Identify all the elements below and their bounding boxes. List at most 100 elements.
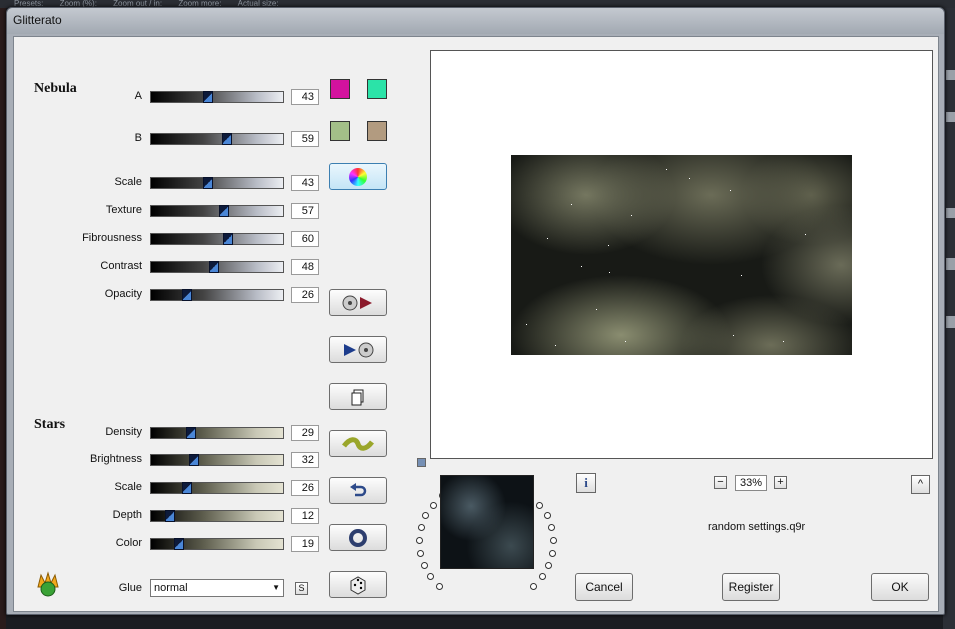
nebula-opacity-slider[interactable]: [150, 289, 284, 301]
stars-density-slider-thumb[interactable]: [186, 427, 196, 439]
stars-density-value-field[interactable]: 29: [291, 425, 319, 441]
stars-depth-slider[interactable]: [150, 510, 284, 522]
nebula-texture-slider[interactable]: [150, 205, 284, 217]
star-point: [596, 309, 597, 310]
nebula-contrast-slider-thumb[interactable]: [209, 261, 219, 273]
star-point: [609, 272, 610, 273]
thumbnail-navigator[interactable]: [440, 475, 534, 569]
navigator-ring-dot[interactable]: [418, 524, 425, 531]
nebula-opacity-value-field[interactable]: 26: [291, 287, 319, 303]
stars-brightness-slider-thumb[interactable]: [189, 454, 199, 466]
title-bar[interactable]: Glitterato: [7, 8, 944, 34]
nebula-fibrousness-slider-thumb[interactable]: [223, 233, 233, 245]
color-wheel-button[interactable]: [329, 163, 387, 190]
zoom-out-button[interactable]: −: [714, 476, 727, 489]
navigator-ring-dot[interactable]: [427, 573, 434, 580]
nebula-texture-label: Texture: [105, 204, 142, 216]
stars-color-value-field[interactable]: 19: [291, 536, 319, 552]
register-button[interactable]: Register: [722, 573, 780, 601]
navigator-ring-dot[interactable]: [545, 562, 552, 569]
reset-button[interactable]: [329, 524, 387, 551]
navigator-ring-dot[interactable]: [549, 550, 556, 557]
save-preset-button[interactable]: [329, 289, 387, 316]
nebula-scale-slider-thumb[interactable]: [203, 177, 213, 189]
randomize-wave-button[interactable]: [329, 430, 387, 457]
nebula-b-slider[interactable]: [150, 133, 284, 145]
chevron-down-icon: ▼: [272, 583, 280, 592]
navigator-ring-dot[interactable]: [539, 573, 546, 580]
stars-color-slider-thumb[interactable]: [174, 538, 184, 550]
undo-button[interactable]: [329, 477, 387, 504]
host-panel-tick: [946, 258, 955, 270]
stars-brightness-slider[interactable]: [150, 454, 284, 466]
stars-scale-slider-thumb[interactable]: [182, 482, 192, 494]
nebula-b-value-field[interactable]: 59: [291, 131, 319, 147]
wave-icon: [342, 436, 374, 451]
stars-depth-value-field[interactable]: 12: [291, 508, 319, 524]
nebula-a-slider-thumb[interactable]: [203, 91, 213, 103]
load-preset-button[interactable]: [329, 336, 387, 363]
stars-color-slider[interactable]: [150, 538, 284, 550]
ok-button[interactable]: OK: [871, 573, 929, 601]
info-button[interactable]: i: [576, 473, 596, 493]
nebula-a-color-1-swatch[interactable]: [330, 79, 350, 99]
host-panel-tick: [946, 112, 955, 122]
navigator-ring-dot[interactable]: [550, 537, 557, 544]
navigator-ring-dot[interactable]: [430, 502, 437, 509]
nebula-a-color-2-swatch[interactable]: [367, 79, 387, 99]
copy-page-icon: [351, 389, 364, 405]
nebula-b-color-2-swatch[interactable]: [367, 121, 387, 141]
navigator-ring-dot[interactable]: [436, 583, 443, 590]
orbit-handle[interactable]: [417, 458, 426, 467]
stars-brightness-value-field[interactable]: 32: [291, 452, 319, 468]
navigator-ring-dot[interactable]: [530, 583, 537, 590]
star-point: [526, 324, 527, 325]
nebula-a-value-field[interactable]: 43: [291, 89, 319, 105]
glue-select[interactable]: normal ▼: [150, 579, 284, 597]
nebula-a-slider[interactable]: [150, 91, 284, 103]
nebula-texture-value-field[interactable]: 57: [291, 203, 319, 219]
navigator-ring-dot[interactable]: [536, 502, 543, 509]
random-dice-button[interactable]: [329, 571, 387, 598]
zoom-value[interactable]: 33%: [735, 475, 767, 491]
preset-name-label: random settings.q9r: [708, 521, 806, 533]
navigator-ring-dot[interactable]: [421, 562, 428, 569]
nebula-scale-slider[interactable]: [150, 177, 284, 189]
star-point: [805, 234, 806, 235]
star-point: [608, 245, 609, 246]
cancel-button[interactable]: Cancel: [575, 573, 633, 601]
nebula-fibrousness-value-field[interactable]: 60: [291, 231, 319, 247]
star-point: [631, 215, 632, 216]
nebula-b-slider-thumb[interactable]: [222, 133, 232, 145]
stars-scale-label: Scale: [114, 481, 142, 493]
navigator-ring-dot[interactable]: [548, 524, 555, 531]
star-point: [547, 238, 548, 239]
nebula-a-label: A: [134, 90, 142, 102]
dice-icon: [350, 575, 366, 595]
preview-canvas[interactable]: [430, 50, 933, 459]
nebula-opacity-slider-thumb[interactable]: [182, 289, 192, 301]
nebula-texture-slider-thumb[interactable]: [219, 205, 229, 217]
expand-button[interactable]: ^: [911, 475, 930, 494]
star-point: [689, 178, 690, 179]
nebula-contrast-slider[interactable]: [150, 261, 284, 273]
stars-scale-slider[interactable]: [150, 482, 284, 494]
stars-density-slider[interactable]: [150, 427, 284, 439]
stars-depth-slider-thumb[interactable]: [165, 510, 175, 522]
star-point: [730, 190, 731, 191]
nebula-b-color-1-swatch[interactable]: [330, 121, 350, 141]
host-panel-tick: [946, 316, 955, 328]
nebula-fibrousness-slider[interactable]: [150, 233, 284, 245]
zoom-in-button[interactable]: +: [774, 476, 787, 489]
copy-button[interactable]: [329, 383, 387, 410]
stars-color-label: Color: [115, 537, 142, 549]
navigator-ring-dot[interactable]: [416, 537, 423, 544]
nebula-scale-value-field[interactable]: 43: [291, 175, 319, 191]
nebula-contrast-value-field[interactable]: 48: [291, 259, 319, 275]
stars-scale-value-field[interactable]: 26: [291, 480, 319, 496]
nebula-scale-label: Scale: [114, 176, 142, 188]
navigator-ring-dot[interactable]: [422, 512, 429, 519]
navigator-ring-dot[interactable]: [544, 512, 551, 519]
navigator-ring-dot[interactable]: [417, 550, 424, 557]
glue-lock-toggle[interactable]: S: [295, 582, 308, 595]
